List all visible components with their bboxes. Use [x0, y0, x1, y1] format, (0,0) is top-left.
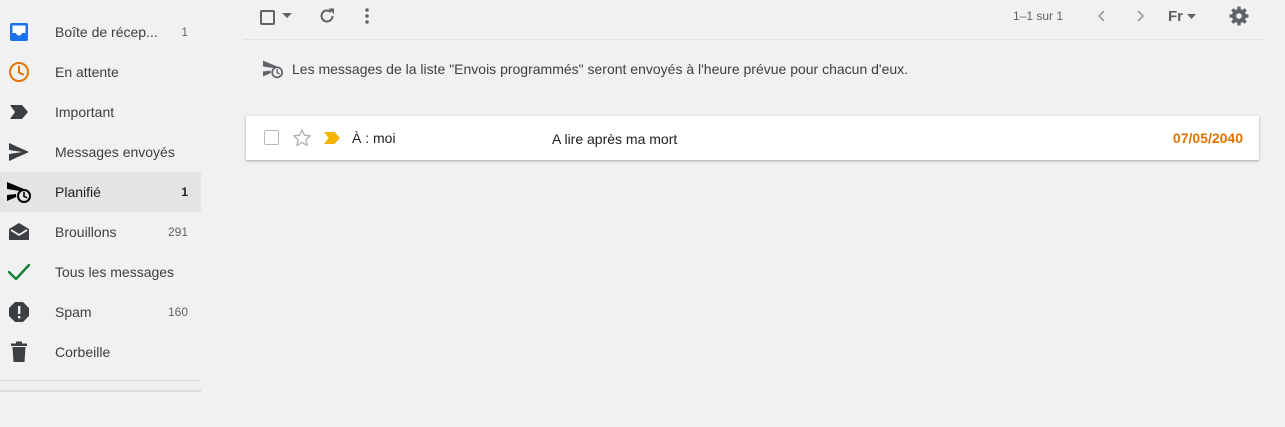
sidebar-item-label: Brouillons	[55, 224, 117, 240]
sidebar-item-drafts[interactable]: Brouillons 291	[0, 212, 201, 252]
sidebar-item-label: Spam	[55, 304, 92, 320]
sidebar-item-label: Corbeille	[55, 344, 111, 360]
scheduled-send-icon	[6, 180, 32, 204]
inbox-icon	[6, 20, 32, 44]
star-icon[interactable]	[292, 128, 312, 148]
draft-count: 291	[167, 225, 188, 239]
important-marker-icon[interactable]	[323, 131, 341, 145]
refresh-icon[interactable]	[316, 5, 338, 27]
sidebar-item-label: Tous les messages	[55, 264, 175, 280]
mail-app: Boîte de récep... 1 En attente Important	[0, 0, 1285, 427]
spam-icon	[6, 300, 32, 324]
message-row[interactable]: À : moi A lire après ma mort 07/05/2040	[246, 116, 1259, 160]
trash-icon	[6, 340, 32, 364]
sidebar-item-scheduled[interactable]: Planifié 1	[0, 172, 201, 212]
sidebar-item-sent[interactable]: Messages envoyés	[0, 132, 201, 172]
sidebar-item-label: En attente	[55, 64, 119, 80]
send-icon	[6, 140, 32, 164]
scheduled-send-icon	[262, 59, 284, 79]
important-marker-icon	[6, 100, 32, 124]
sidebar: Boîte de récep... 1 En attente Important	[0, 0, 201, 427]
pagination-info: 1–1 sur 1	[1013, 9, 1064, 23]
message-recipient: À : moi	[352, 130, 396, 146]
sidebar-item-label: Important	[55, 104, 115, 120]
chevron-down-icon	[1187, 13, 1196, 19]
message-checkbox[interactable]	[264, 130, 279, 145]
sidebar-item-spam[interactable]: Spam 160	[0, 292, 201, 332]
sidebar-item-inbox[interactable]: Boîte de récep... 1	[0, 12, 201, 52]
chevron-left-icon[interactable]	[1091, 6, 1111, 26]
toolbar: 1–1 sur 1 Fr	[243, 0, 1263, 40]
spam-count: 160	[167, 305, 188, 319]
sidebar-item-trash[interactable]: Corbeille	[0, 332, 201, 372]
sidebar-item-label: Boîte de récep...	[55, 24, 158, 40]
sidebar-item-snoozed[interactable]: En attente	[0, 52, 201, 92]
message-subject: A lire après ma mort	[552, 131, 678, 147]
message-scheduled-date: 07/05/2040	[1172, 130, 1243, 146]
check-icon	[6, 260, 32, 284]
unread-count: 1	[181, 25, 188, 39]
sidebar-divider	[0, 380, 201, 381]
sidebar-item-important[interactable]: Important	[0, 92, 201, 132]
sidebar-item-all-mail[interactable]: Tous les messages	[0, 252, 201, 292]
chevron-right-icon[interactable]	[1131, 6, 1151, 26]
unread-count: 1	[181, 185, 188, 199]
language-label: Fr	[1168, 7, 1183, 25]
banner-text: Les messages de la liste "Envois program…	[292, 61, 909, 77]
sidebar-scroll-edge	[0, 390, 201, 392]
gear-icon[interactable]	[1228, 5, 1250, 27]
scheduled-info-banner: Les messages de la liste "Envois program…	[243, 44, 1263, 92]
select-all-checkbox[interactable]	[258, 8, 276, 26]
sidebar-item-label: Planifié	[55, 184, 101, 200]
clock-icon	[6, 60, 32, 84]
sidebar-item-label: Messages envoyés	[55, 144, 175, 160]
chevron-down-icon[interactable]	[281, 10, 293, 22]
more-vertical-icon[interactable]	[356, 5, 378, 27]
drafts-icon	[6, 220, 32, 244]
input-language-button[interactable]: Fr	[1168, 6, 1204, 26]
